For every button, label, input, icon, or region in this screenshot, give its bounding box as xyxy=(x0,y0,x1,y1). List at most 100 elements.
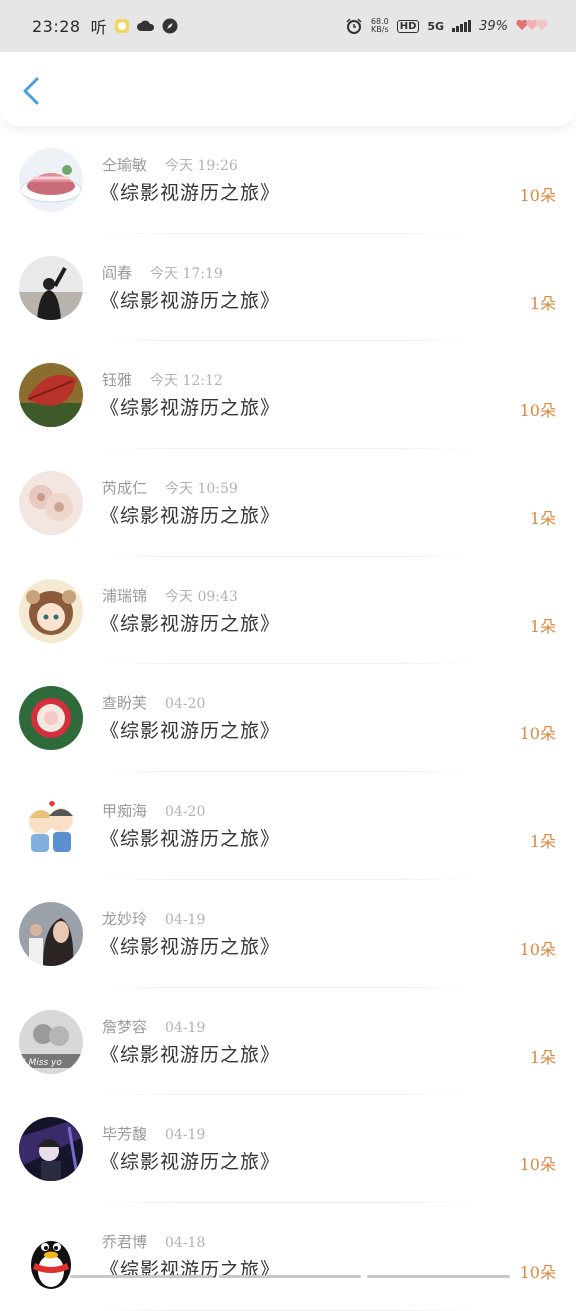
avatar-image xyxy=(19,1117,83,1181)
list-item[interactable]: 查盼芙04-20《综影视游历之旅》10朵 xyxy=(0,664,576,772)
user-name: 查盼芙 xyxy=(102,692,147,713)
avatar[interactable] xyxy=(19,148,83,212)
avatar-image: I Miss yo xyxy=(19,1010,83,1074)
item-meta: 甲痴海 04-20 xyxy=(102,800,205,821)
status-time: 23:28 xyxy=(32,17,81,36)
gift-amount: 10朵 xyxy=(520,182,556,206)
user-name: 乔君博 xyxy=(102,1231,147,1252)
book-title: 《综影视游历之旅》 xyxy=(100,609,280,636)
divider xyxy=(96,1310,476,1311)
timestamp: 今天 09:43 xyxy=(165,586,238,606)
list-item[interactable]: 仝瑜敏今天 19:26 《综影视游历之旅》 10朵 xyxy=(0,126,576,234)
avatar-image xyxy=(19,256,83,320)
list-item[interactable]: 芮成仁今天 10:59 《综影视游历之旅》 1朵 xyxy=(0,449,576,557)
timestamp: 今天 19:26 xyxy=(165,155,238,175)
list-item[interactable]: 毕芳馥04-19 《综影视游历之旅》 10朵 xyxy=(0,1095,576,1203)
book-title: 《综影视游历之旅》 xyxy=(100,286,280,313)
book-title: 《综影视游历之旅》 xyxy=(100,393,280,420)
chevron-left-icon xyxy=(21,76,41,106)
item-meta: 龙妙玲 04-19 xyxy=(102,908,205,929)
timestamp: 04-19 xyxy=(165,1020,205,1036)
list-item[interactable]: 钰雅今天 12:12 《综影视游历之旅》 10朵 xyxy=(0,341,576,449)
status-app-text: 听 xyxy=(91,14,107,38)
item-meta: 詹梦容 04-19 xyxy=(102,1016,205,1037)
user-name: 甲痴海 xyxy=(102,800,147,821)
list-item[interactable]: I Miss yo 詹梦容 04-19 《综影视游历之旅》 1朵 xyxy=(0,988,576,1096)
avatar[interactable] xyxy=(19,363,83,427)
avatar[interactable] xyxy=(19,579,83,643)
cloud-icon xyxy=(137,17,155,35)
item-meta: 毕芳馥04-19 xyxy=(102,1123,205,1144)
timestamp: 04-19 xyxy=(165,912,205,928)
avatar-image xyxy=(19,363,83,427)
home-indicator xyxy=(70,1275,510,1278)
compass-icon xyxy=(161,17,179,35)
timestamp: 今天 17:19 xyxy=(150,263,223,283)
avatar-image xyxy=(19,794,83,858)
svg-text:I Miss yo: I Miss yo xyxy=(23,1058,62,1068)
timestamp: 今天 12:12 xyxy=(150,370,223,390)
avatar[interactable] xyxy=(19,256,83,320)
avatar-image xyxy=(19,579,83,643)
avatar[interactable] xyxy=(19,686,83,750)
avatar[interactable] xyxy=(19,902,83,966)
net-speed: 68.0KB/s xyxy=(371,18,389,34)
user-name: 詹梦容 xyxy=(102,1016,147,1037)
avatar[interactable] xyxy=(19,471,83,535)
book-title: 《综影视游历之旅》 xyxy=(100,932,280,959)
avatar-image xyxy=(19,1225,83,1289)
book-title: 《综影视游历之旅》 xyxy=(100,1147,280,1174)
avatar-image xyxy=(19,471,83,535)
signal-icon xyxy=(452,20,471,32)
gift-amount: 10朵 xyxy=(520,936,556,960)
item-meta: 芮成仁今天 10:59 xyxy=(102,477,238,498)
list-item[interactable]: 阎春今天 17:19 《综影视游历之旅》 1朵 xyxy=(0,234,576,342)
user-name: 仝瑜敏 xyxy=(102,154,147,175)
timestamp: 04-19 xyxy=(165,1127,205,1143)
gift-amount: 10朵 xyxy=(520,1151,556,1175)
item-meta: 阎春今天 17:19 xyxy=(102,262,223,283)
list-item[interactable]: 甲痴海 04-20 《综影视游历之旅》 1朵 xyxy=(0,772,576,880)
book-title: 《综影视游历之旅》 xyxy=(100,1040,280,1067)
book-title: 《综影视游历之旅》 xyxy=(100,501,280,528)
item-meta: 查盼芙 04-20 xyxy=(102,692,205,713)
gift-amount: 1朵 xyxy=(530,290,556,314)
avatar[interactable]: I Miss yo xyxy=(19,1010,83,1074)
avatar-image xyxy=(19,902,83,966)
item-meta: 乔君博 04-18 xyxy=(102,1231,205,1252)
gift-amount: 1朵 xyxy=(530,1044,556,1068)
list-item[interactable]: 浦瑞锦今天 09:43 《综影视游历之旅》 1朵 xyxy=(0,557,576,665)
avatar-image xyxy=(19,686,83,750)
heart-icons xyxy=(516,19,550,34)
item-meta: 浦瑞锦今天 09:43 xyxy=(102,585,238,606)
book-title: 《综影视游历之旅》 xyxy=(100,178,280,205)
gift-amount: 1朵 xyxy=(530,828,556,852)
back-button[interactable] xyxy=(16,74,46,108)
timestamp: 04-18 xyxy=(165,1235,205,1251)
gift-amount: 10朵 xyxy=(520,1259,556,1283)
user-name: 阎春 xyxy=(102,262,132,283)
user-name: 龙妙玲 xyxy=(102,908,147,929)
gift-amount: 1朵 xyxy=(530,613,556,637)
avatar[interactable] xyxy=(19,1225,83,1289)
book-title: 《综影视游历之旅》 xyxy=(100,824,280,851)
list-item[interactable]: 乔君博04-18《综影视游历之旅》10朵 xyxy=(0,1203,576,1311)
user-name: 钰雅 xyxy=(102,369,132,390)
user-name: 浦瑞锦 xyxy=(102,585,147,606)
gift-amount: 10朵 xyxy=(520,397,556,421)
item-meta: 钰雅今天 12:12 xyxy=(102,369,223,390)
battery-level: 39% xyxy=(479,19,508,34)
avatar[interactable] xyxy=(19,794,83,858)
avatar[interactable] xyxy=(19,1117,83,1181)
gift-amount: 1朵 xyxy=(530,505,556,529)
list-item[interactable]: 龙妙玲 04-19 《综影视游历之旅》 10朵 xyxy=(0,880,576,988)
alarm-icon xyxy=(345,17,363,35)
item-meta: 仝瑜敏今天 19:26 xyxy=(102,154,238,175)
hd-badge: HD xyxy=(397,20,420,33)
timestamp: 04-20 xyxy=(165,696,205,712)
status-bar: 23:28 听 68.0KB/s HD 5G 39% xyxy=(0,0,576,52)
page-header xyxy=(0,52,576,126)
timestamp: 04-20 xyxy=(165,804,205,820)
avatar-image xyxy=(19,148,83,212)
book-title: 《综影视游历之旅》 xyxy=(100,716,280,743)
